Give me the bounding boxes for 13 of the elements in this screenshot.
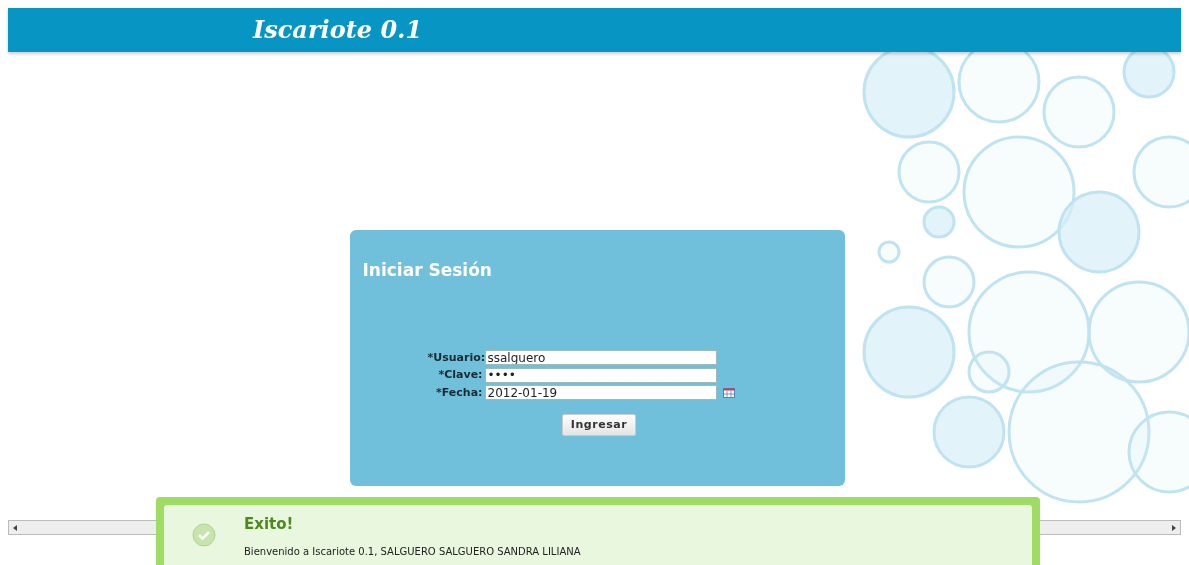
login-button[interactable]: Ingresar — [561, 414, 637, 436]
date-field[interactable]: 2012-01-19 — [484, 385, 717, 401]
input-field[interactable]: ssalguero — [484, 350, 717, 366]
calendar-icon[interactable] — [722, 387, 735, 398]
login-title: Iniciar Sesión — [362, 259, 493, 282]
checkmark-icon — [192, 523, 216, 547]
field-label: *Usuario: — [427, 349, 483, 366]
field-label: *Clave: — [437, 367, 483, 383]
field-label: *Fecha: — [435, 384, 483, 401]
notification-message: Bienvenido a Iscariote 0.1, SALGUERO SALGUERO SANDRA LILIANA — [244, 544, 581, 559]
notification-title: Exito! — [244, 514, 295, 535]
app-logo: Iscariote 0.1 — [253, 14, 423, 46]
password-field[interactable]: •••• — [484, 367, 717, 383]
